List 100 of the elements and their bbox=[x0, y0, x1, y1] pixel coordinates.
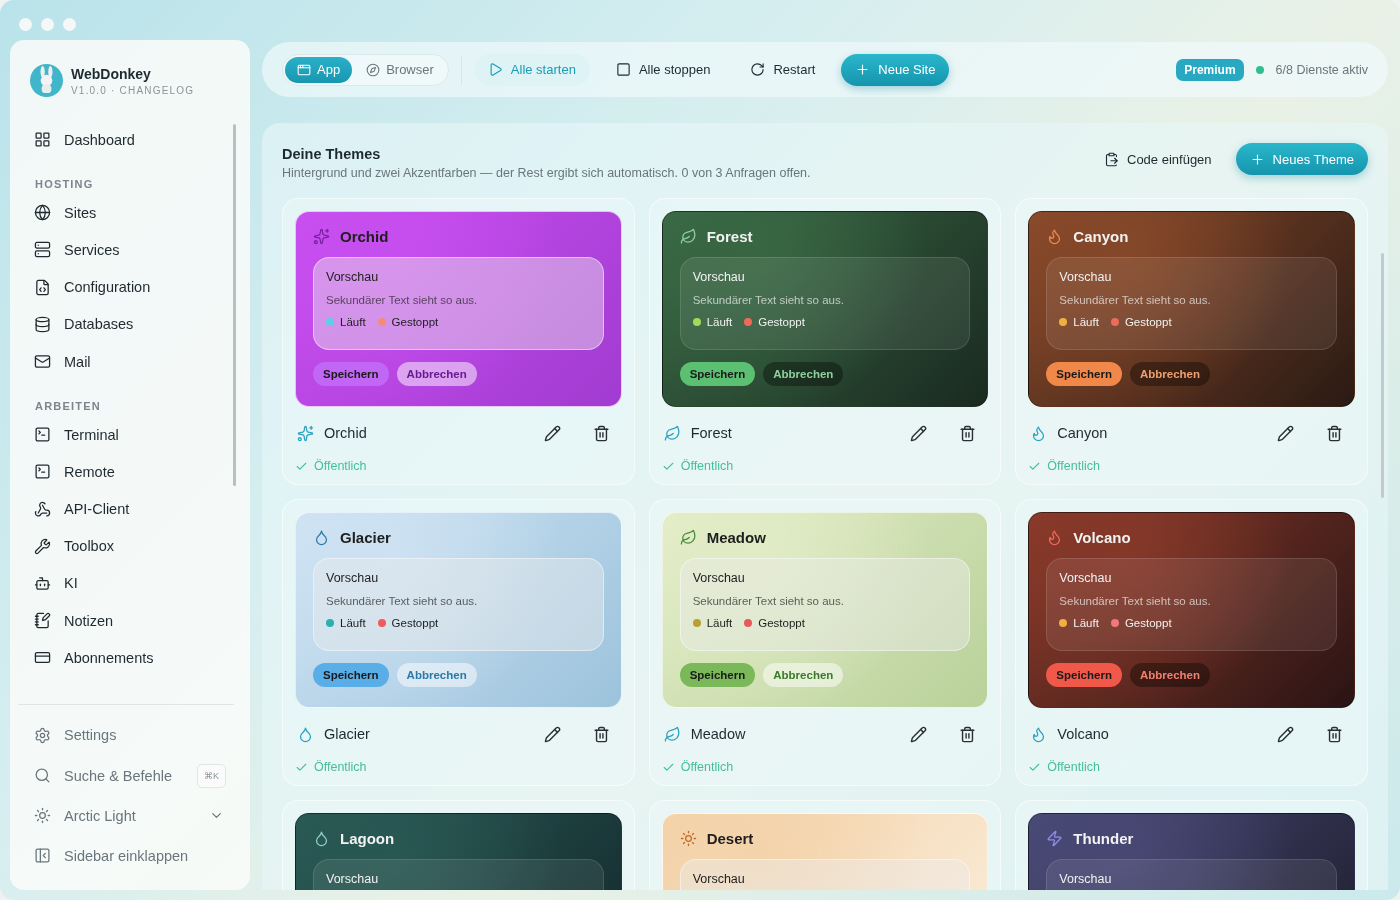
database-icon bbox=[34, 315, 51, 333]
legend-label: Gestoppt bbox=[1124, 617, 1172, 629]
nav-item[interactable]: Mail bbox=[30, 342, 236, 381]
legend-label: Gestoppt bbox=[758, 617, 805, 629]
visibility-label: Öffentlich bbox=[314, 459, 367, 473]
section-heading: HOSTING bbox=[35, 178, 95, 191]
preview-button[interactable]: Abbrechen bbox=[396, 663, 477, 687]
nav-item[interactable]: Notizen bbox=[30, 602, 236, 640]
legend-label: Läuft bbox=[1073, 316, 1099, 328]
nav-item[interactable]: Arctic Light bbox=[30, 795, 236, 836]
window-dot[interactable] bbox=[63, 18, 76, 31]
theme-title: Glacier bbox=[340, 529, 391, 546]
nav-item[interactable]: Terminal bbox=[30, 416, 236, 454]
preview-button[interactable]: Abbrechen bbox=[1129, 362, 1210, 386]
window-dot[interactable] bbox=[19, 18, 32, 31]
legend-label: Gestoppt bbox=[391, 617, 439, 629]
sparkles-icon bbox=[297, 424, 314, 442]
visibility-label: Öffentlich bbox=[680, 459, 734, 473]
nav-item[interactable]: Dashboard bbox=[30, 121, 236, 159]
panel-icon bbox=[34, 847, 51, 865]
lightning-icon bbox=[1046, 830, 1064, 847]
legend-label: Läuft bbox=[1073, 617, 1099, 629]
preview-title: Vorschau bbox=[1059, 270, 1113, 284]
square-icon bbox=[615, 62, 631, 77]
panel-title: Deine Themes bbox=[282, 146, 382, 162]
scrollbar[interactable] bbox=[233, 124, 236, 486]
preview-button[interactable]: Speichern bbox=[313, 362, 389, 386]
legend-label: Gestoppt bbox=[758, 316, 805, 328]
nav-item[interactable]: Configuration bbox=[30, 268, 236, 306]
preview-text: Sekundärer Text sieht so aus. bbox=[1059, 595, 1212, 607]
nav-label: Sidebar einklappen bbox=[64, 847, 189, 864]
nav-item[interactable]: KI bbox=[30, 564, 236, 603]
nav-item[interactable]: Remote bbox=[30, 453, 236, 491]
visibility-label: Öffentlich bbox=[314, 760, 367, 774]
theme-title: Orchid bbox=[340, 228, 389, 245]
terminal-icon bbox=[34, 426, 51, 444]
section-heading: ARBEITEN bbox=[35, 400, 102, 413]
droplet-icon bbox=[313, 830, 330, 847]
view-tab[interactable]: Browser bbox=[354, 56, 446, 83]
leaf-icon bbox=[663, 424, 681, 442]
app-name: WebDonkey bbox=[71, 65, 152, 82]
webhook-icon bbox=[34, 500, 51, 518]
theme-title: Lagoon bbox=[340, 830, 395, 847]
wrench-icon bbox=[34, 537, 51, 555]
preview-button[interactable]: Speichern bbox=[679, 362, 756, 386]
terminal-icon bbox=[34, 463, 51, 481]
legend-label: Läuft bbox=[340, 316, 366, 328]
mail-icon bbox=[34, 353, 51, 371]
nav-item[interactable]: Services bbox=[30, 231, 236, 269]
nav-item[interactable]: Toolbox bbox=[30, 527, 236, 565]
preview-button[interactable]: Speichern bbox=[1046, 362, 1122, 386]
nav-label: Settings bbox=[64, 727, 117, 744]
theme-name: Orchid bbox=[324, 425, 367, 441]
preview-button[interactable]: Speichern bbox=[1046, 663, 1122, 687]
shortcut-key: ⌘K bbox=[197, 763, 226, 788]
notebook-icon bbox=[34, 612, 51, 630]
legend-label: Läuft bbox=[706, 316, 733, 328]
scrollbar[interactable] bbox=[1381, 253, 1384, 498]
theme-name: Glacier bbox=[324, 726, 370, 742]
nav-item[interactable]: Sites bbox=[30, 194, 236, 232]
nav-item[interactable]: Databases bbox=[30, 305, 236, 343]
toolbar-button[interactable]: Restart bbox=[736, 53, 830, 86]
play-icon bbox=[487, 62, 503, 77]
nav-item[interactable]: Sidebar einklappen bbox=[30, 835, 236, 876]
droplet-icon bbox=[297, 725, 314, 743]
theme-title: Canyon bbox=[1073, 228, 1129, 245]
globe-icon bbox=[34, 204, 51, 222]
preview-title: Vorschau bbox=[1059, 571, 1113, 585]
preview-button[interactable]: Abbrechen bbox=[763, 362, 844, 386]
logo-icon bbox=[30, 64, 63, 97]
preview-button[interactable]: Abbrechen bbox=[763, 663, 844, 687]
preview-button[interactable]: Abbrechen bbox=[1129, 663, 1210, 687]
theme-title: Thunder bbox=[1073, 830, 1134, 847]
panel-button[interactable]: Code einfügen bbox=[1090, 143, 1226, 175]
preview-title: Vorschau bbox=[1059, 872, 1113, 886]
legend-label: Gestoppt bbox=[391, 316, 439, 328]
visibility-label: Öffentlich bbox=[1047, 760, 1100, 774]
preview-button[interactable]: Speichern bbox=[313, 663, 389, 687]
server-icon bbox=[34, 241, 51, 259]
preview-title: Vorschau bbox=[692, 571, 746, 585]
theme-title: Desert bbox=[706, 830, 754, 847]
leaf-icon bbox=[663, 725, 681, 743]
bot-icon bbox=[34, 574, 51, 592]
nav-item[interactable]: Abonnements bbox=[30, 639, 236, 677]
window-dot[interactable] bbox=[41, 18, 54, 31]
nav-item[interactable]: API-Client bbox=[30, 490, 236, 528]
nav-item[interactable]: Suche & Befehle ⌘K bbox=[30, 755, 236, 796]
toolbar-button[interactable]: Alle stoppen bbox=[601, 53, 725, 86]
legend-label: Läuft bbox=[340, 617, 366, 629]
dashboard-icon bbox=[34, 131, 51, 149]
preview-button[interactable]: Speichern bbox=[679, 663, 756, 687]
preview-title: Vorschau bbox=[326, 270, 380, 284]
theme-name: Forest bbox=[690, 425, 732, 441]
sun-icon bbox=[679, 830, 697, 847]
search-icon bbox=[34, 767, 51, 785]
sun-icon bbox=[34, 807, 51, 825]
plus-icon bbox=[1249, 151, 1265, 167]
nav-item[interactable]: Settings bbox=[30, 715, 236, 756]
theme-name: Canyon bbox=[1057, 425, 1108, 441]
preview-button[interactable]: Abbrechen bbox=[396, 362, 477, 386]
